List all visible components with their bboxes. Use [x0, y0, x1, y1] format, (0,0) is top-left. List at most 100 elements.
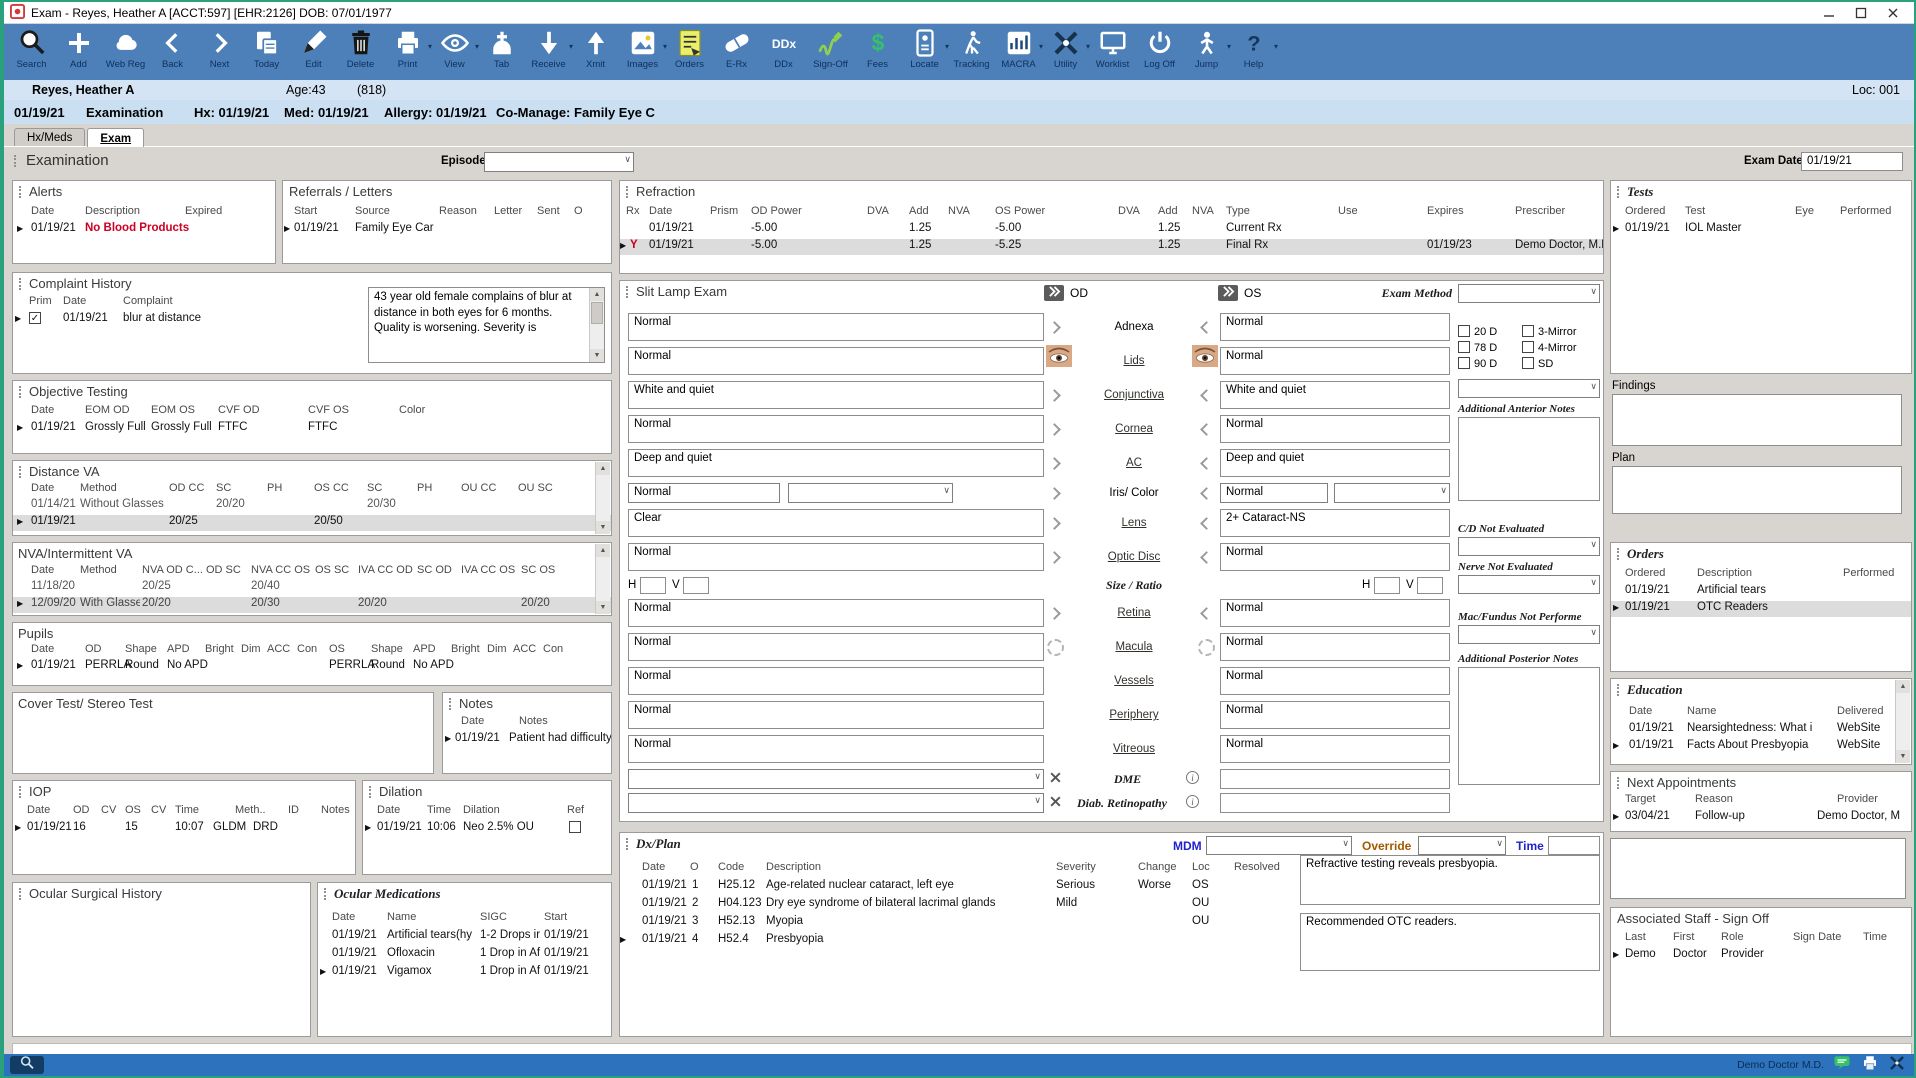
toolbar-button-tracking[interactable]: Tracking — [948, 26, 995, 78]
exam-date-input[interactable]: 01/19/21 — [1801, 152, 1903, 171]
fax-icon[interactable] — [1860, 1054, 1880, 1077]
diab-retinopathy-os-field[interactable] — [1220, 793, 1450, 813]
scroll-thumb[interactable] — [591, 302, 603, 324]
alert-row[interactable]: 01/19/21No Blood Products — [13, 222, 275, 238]
ac-od-field[interactable]: Deep and quiet — [628, 449, 1044, 477]
info-icon[interactable] — [1186, 771, 1199, 784]
scroll-down-icon[interactable] — [596, 601, 610, 614]
refraction-row[interactable]: Y01/19/21-5.001.25-5.251.25Final Rx01/19… — [620, 239, 1603, 255]
adnexa-os-field[interactable]: Normal — [1220, 313, 1450, 341]
expand-left-icon[interactable] — [1200, 517, 1213, 530]
info-icon[interactable] — [1186, 795, 1199, 808]
education-row[interactable]: 01/19/21Nearsightedness: What iWebSite — [1611, 722, 1911, 738]
posterior-notes-input[interactable] — [1458, 667, 1600, 785]
expand-right-icon[interactable] — [1048, 389, 1061, 402]
vitreous-od-field[interactable]: Normal — [628, 735, 1044, 763]
objective-row[interactable]: 01/19/21Grossly FullGrossly FullFTFCFTFC — [13, 421, 611, 437]
expand-right-icon[interactable] — [1048, 423, 1061, 436]
chevron-down-icon[interactable] — [1590, 627, 1597, 638]
chevron-down-icon[interactable] — [943, 485, 950, 496]
toolbar-button-help[interactable]: ?Help — [1230, 26, 1277, 78]
expand-left-icon[interactable] — [1200, 487, 1213, 500]
chevron-down-icon[interactable] — [1590, 577, 1597, 588]
chevron-down-icon[interactable] — [1034, 771, 1041, 782]
tools-icon[interactable] — [1888, 1054, 1906, 1077]
toolbar-button-fees[interactable]: $Fees — [854, 26, 901, 78]
appointments-note-box[interactable] — [1610, 838, 1906, 899]
chevron-down-icon[interactable] — [624, 154, 631, 165]
expand-left-icon[interactable] — [1200, 551, 1213, 564]
size-h-od-input[interactable] — [640, 577, 666, 594]
mdm-select[interactable] — [1206, 836, 1352, 855]
dilation-row[interactable]: 01/19/2110:06Neo 2.5% OU — [363, 821, 611, 837]
iris-color-od-select[interactable] — [788, 483, 953, 503]
medication-row[interactable]: 01/19/21Ofloxacin1 Drop in Af01/19/21 — [318, 947, 611, 963]
chevron-down-icon[interactable] — [1590, 539, 1597, 550]
mac-fundus-select[interactable] — [1458, 625, 1600, 644]
chevron-down-icon[interactable] — [1034, 795, 1041, 806]
toolbar-button-edit[interactable]: Edit — [290, 26, 337, 78]
dme-os-field[interactable] — [1220, 769, 1450, 789]
optic-disc-os-field[interactable]: Normal — [1220, 543, 1450, 571]
chevron-down-icon[interactable] — [1342, 838, 1349, 849]
vitreous-os-field[interactable]: Normal — [1220, 735, 1450, 763]
exam-method-select[interactable] — [1458, 284, 1600, 303]
toolbar-button-utility[interactable]: Utility — [1042, 26, 1089, 78]
expand-left-icon[interactable] — [1200, 457, 1213, 470]
iris-os-select[interactable]: Normal — [1220, 483, 1328, 503]
mirror3-checkbox[interactable] — [1522, 325, 1534, 337]
staff-row[interactable]: DemoDoctorProvider — [1611, 948, 1911, 964]
scroll-up-icon[interactable] — [1896, 680, 1910, 693]
medication-row[interactable]: 01/19/21Vigamox1 Drop in Af01/19/21 — [318, 965, 611, 981]
ac-os-field[interactable]: Deep and quiet — [1220, 449, 1450, 477]
lens-os-field[interactable]: 2+ Cataract-NS — [1220, 509, 1450, 537]
conjunctiva-os-field[interactable]: White and quiet — [1220, 381, 1450, 409]
assessment-note-2[interactable]: Recommended OTC readers. — [1300, 913, 1600, 971]
tab-exam[interactable]: Exam — [87, 128, 144, 147]
referral-row[interactable]: 01/19/21Family Eye Car — [283, 222, 611, 238]
ac-link[interactable]: AC — [1070, 457, 1198, 469]
toolbar-button-print[interactable]: Print — [384, 26, 431, 78]
retina-link[interactable]: Retina — [1070, 607, 1198, 619]
tools-icon[interactable] — [1049, 771, 1062, 787]
toolbar-button-ddx[interactable]: DDxDDx — [760, 26, 807, 78]
anterior-notes-input[interactable] — [1458, 417, 1600, 501]
macula-os-field[interactable]: Normal — [1220, 633, 1450, 661]
toolbar-button-xmit[interactable]: Xmit — [572, 26, 619, 78]
vessels-os-field[interactable]: Normal — [1220, 667, 1450, 695]
status-search-button[interactable] — [10, 1056, 44, 1074]
size-v-os-input[interactable] — [1417, 577, 1443, 594]
scrollbar[interactable] — [1895, 680, 1910, 763]
toolbar-button-next[interactable]: Next — [196, 26, 243, 78]
scrollbar[interactable] — [595, 462, 610, 534]
conjunctiva-od-field[interactable]: White and quiet — [628, 381, 1044, 409]
findings-input[interactable] — [1612, 394, 1902, 446]
cd-select[interactable] — [1458, 537, 1600, 556]
toolbar-button-macra[interactable]: MACRA — [995, 26, 1042, 78]
lens-link[interactable]: Lens — [1070, 517, 1198, 529]
toolbar-button-receive[interactable]: Receive — [525, 26, 572, 78]
scroll-up-icon[interactable] — [590, 288, 604, 301]
periphery-od-field[interactable]: Normal — [628, 701, 1044, 729]
tab-hxmeds[interactable]: Hx/Meds — [14, 128, 85, 146]
size-v-od-input[interactable] — [683, 577, 709, 594]
fundus-circle-od-icon[interactable] — [1047, 639, 1064, 656]
expand-left-icon[interactable] — [1200, 321, 1213, 334]
adnexa-od-field[interactable]: Normal — [628, 313, 1044, 341]
lids-link[interactable]: Lids — [1070, 355, 1198, 367]
expand-left-icon[interactable] — [1200, 389, 1213, 402]
scroll-up-icon[interactable] — [596, 462, 610, 475]
expand-right-icon[interactable] — [1048, 551, 1061, 564]
iris-color-label[interactable]: Iris/ Color — [1070, 487, 1198, 499]
maximize-button[interactable] — [1854, 6, 1868, 20]
time-input[interactable] — [1548, 836, 1600, 855]
expand-left-icon[interactable] — [1200, 423, 1213, 436]
expand-right-icon[interactable] — [1048, 517, 1061, 530]
adnexa-label[interactable]: Adnexa — [1070, 321, 1198, 333]
order-row[interactable]: 01/19/21Artificial tears — [1611, 584, 1911, 600]
expand-os-button[interactable] — [1218, 285, 1238, 301]
toolbar-button-today[interactable]: Today — [243, 26, 290, 78]
lens-od-field[interactable]: Clear — [628, 509, 1044, 537]
order-row[interactable]: 01/19/21OTC Readers — [1611, 601, 1911, 617]
iris-color-os-select[interactable] — [1334, 483, 1450, 503]
